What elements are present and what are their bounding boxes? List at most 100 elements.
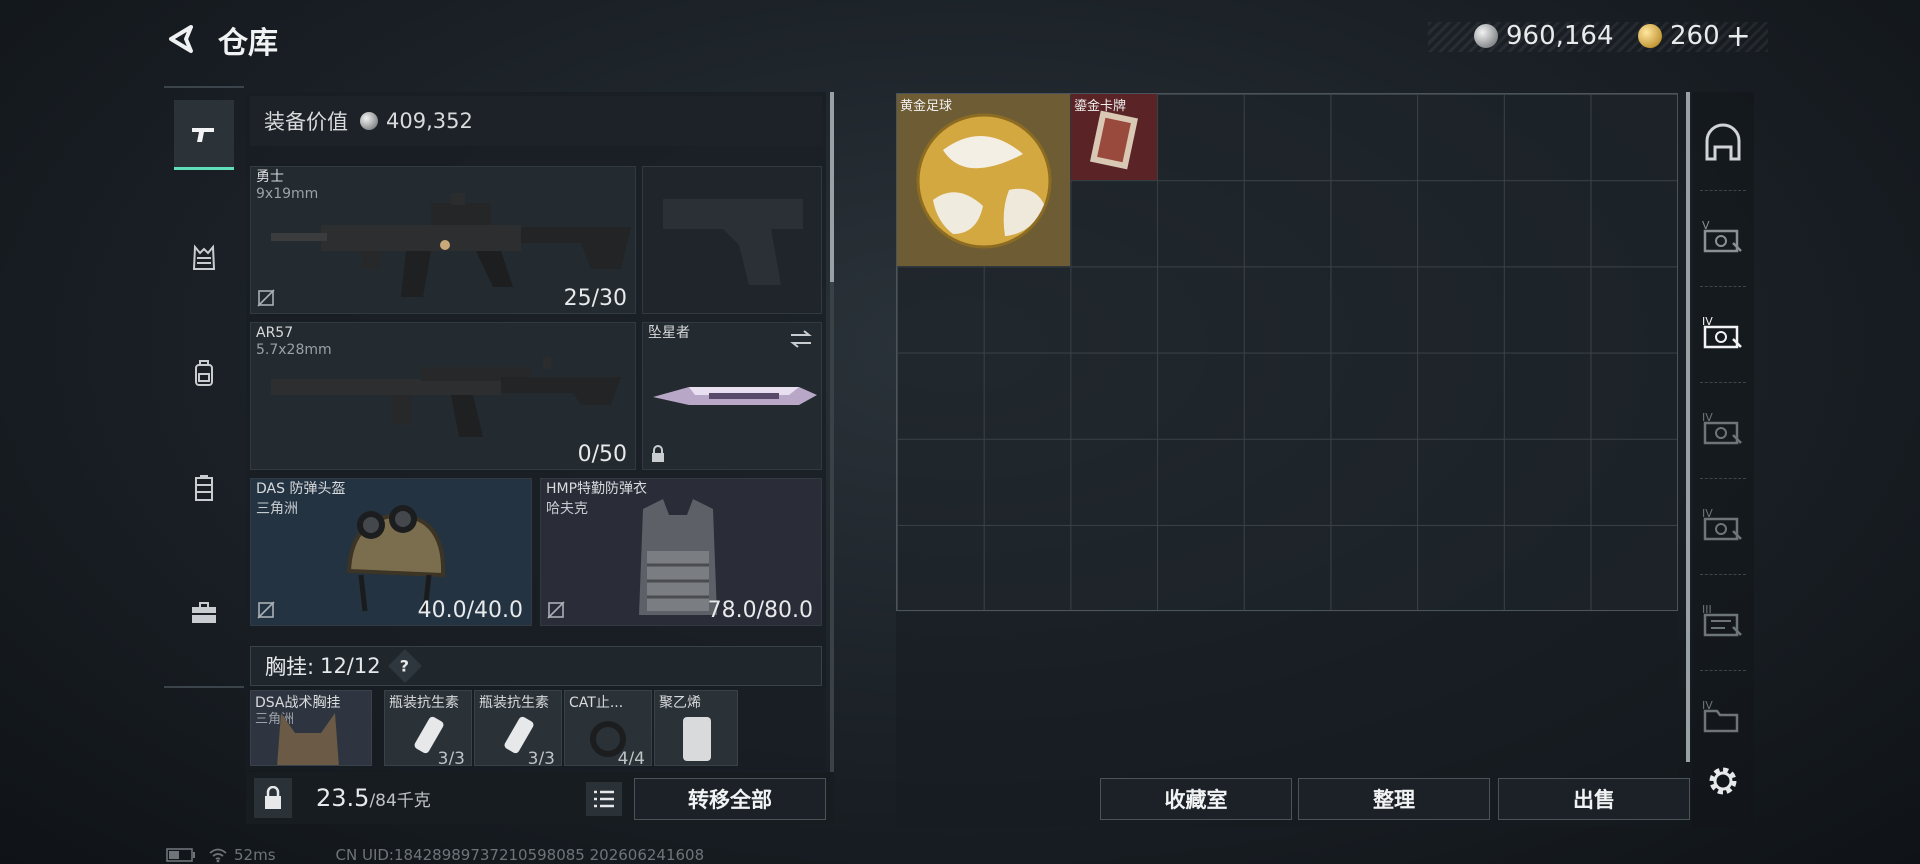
- gold-amount: 260: [1670, 21, 1720, 51]
- carry-weight-current: 23.5: [316, 784, 370, 812]
- equipment-value: 409,352: [386, 109, 473, 133]
- no-insurance-icon: [257, 601, 275, 619]
- melee-name: 坠星者: [648, 325, 690, 341]
- tab-divider: [1700, 574, 1746, 575]
- status-bar: 52ms CN UID:18428989737210598085 2026062…: [166, 846, 704, 864]
- lock-icon: [652, 445, 664, 462]
- no-insurance-icon: [547, 601, 565, 619]
- pistol-slot[interactable]: [642, 166, 822, 314]
- storage-iv-icon: IV: [1702, 315, 1742, 349]
- storage-tab-v[interactable]: V: [1700, 214, 1746, 260]
- silver-coin-icon: [1474, 24, 1498, 48]
- equipment-value-label: 装备价值: [264, 110, 348, 134]
- storage-iv-icon: IV: [1702, 411, 1742, 445]
- tab-divider: [1700, 286, 1746, 287]
- ping-value: 52ms: [234, 846, 276, 864]
- sell-button[interactable]: 出售: [1498, 778, 1690, 820]
- helmet-name: DAS 防弹头盔: [256, 481, 346, 497]
- storage-tab-helmet[interactable]: [1700, 120, 1746, 166]
- storage-iv-icon: IV: [1702, 699, 1739, 733]
- lock-button[interactable]: [254, 778, 292, 818]
- briefcase-icon: [192, 602, 216, 623]
- storage-tab-iii[interactable]: III: [1700, 598, 1746, 644]
- gear-icon: [1709, 767, 1737, 795]
- gun-icon: [192, 127, 214, 142]
- organize-button[interactable]: 整理: [1298, 778, 1490, 820]
- back-arrow-icon[interactable]: [164, 22, 198, 56]
- carry-weight: 23.5/84千克: [316, 784, 431, 812]
- transfer-all-button[interactable]: 转移全部: [634, 778, 826, 820]
- settings-button[interactable]: [1700, 758, 1746, 804]
- container-icon: [195, 475, 213, 501]
- polyethylene-image: [683, 717, 711, 761]
- list-icon: [594, 790, 614, 808]
- silver-currency: 960,164: [1474, 20, 1614, 52]
- armor-slot[interactable]: HMP特勤防弹衣 哈夫克 78.0/80.0: [540, 478, 822, 626]
- equipment-value-header: 装备价值 409,352: [250, 96, 822, 146]
- storage-tab-iv-folder[interactable]: IV: [1700, 694, 1746, 740]
- list-view-button[interactable]: [586, 782, 622, 816]
- category-briefcase-tab[interactable]: [174, 578, 234, 648]
- tab-divider: [1700, 670, 1746, 671]
- category-backpack-tab[interactable]: [174, 338, 234, 408]
- storage-item-golden-football[interactable]: 黄金足球: [897, 94, 1070, 266]
- tab-divider: [1700, 190, 1746, 191]
- helmet-brand: 三角洲: [256, 501, 298, 517]
- page-title: 仓库: [218, 26, 278, 61]
- storage-scrollbar[interactable]: [1686, 92, 1690, 762]
- category-column: [164, 86, 244, 688]
- melee-slot[interactable]: 坠星者: [642, 322, 822, 470]
- storage-iv-icon: IV: [1702, 507, 1742, 541]
- category-container-tab[interactable]: [174, 453, 234, 523]
- armor-brand: 哈夫克: [546, 501, 588, 517]
- swap-icon[interactable]: [789, 329, 813, 349]
- secondary-weapon-slot[interactable]: AR57 5.7x28mm 0/50: [250, 322, 636, 470]
- primary-weapon-slot[interactable]: 勇士 9x19mm 25/30: [250, 166, 636, 314]
- storage-tab-iv-active[interactable]: IV: [1700, 310, 1746, 356]
- uid-text: CN UID:18428989737210598085 202606241608: [335, 846, 705, 864]
- helmet-tab-icon: [1705, 123, 1741, 161]
- storage-item-gilded-card[interactable]: 鎏金卡牌: [1071, 94, 1157, 180]
- carry-weight-max: /84千克: [369, 791, 431, 811]
- smg-image: [271, 193, 631, 297]
- gold-currency[interactable]: 260 +: [1638, 19, 1751, 54]
- chest-item-polyethylene[interactable]: 聚乙烯: [654, 690, 738, 766]
- silver-amount: 960,164: [1506, 21, 1614, 51]
- chest-rig-image: [277, 713, 339, 765]
- chest-rig-label: 胸挂:: [265, 655, 315, 679]
- collection-room-button[interactable]: 收藏室: [1100, 778, 1292, 820]
- storage-tab-iv[interactable]: IV: [1700, 502, 1746, 548]
- add-currency-button[interactable]: +: [1726, 19, 1751, 54]
- chest-item-rig[interactable]: DSA战术胸挂 三角洲: [250, 690, 372, 766]
- battery-icon: [166, 848, 195, 862]
- golden-football-image: [916, 113, 1052, 249]
- backpack-icon: [195, 360, 213, 386]
- chest-rig-icon: [192, 244, 216, 270]
- chest-item-antibiotic[interactable]: 瓶装抗生素 3/3: [384, 690, 472, 766]
- storage-tab-iv[interactable]: IV: [1700, 406, 1746, 452]
- equipment-scroll-thumb[interactable]: [830, 92, 834, 282]
- chest-item-tourniquet[interactable]: CAT止... 4/4: [564, 690, 652, 766]
- chest-item-antibiotic[interactable]: 瓶装抗生素 3/3: [474, 690, 562, 766]
- primary-weapon-ammo: 25/30: [563, 286, 627, 311]
- gold-coin-icon: [1638, 24, 1662, 48]
- no-insurance-icon: [257, 289, 275, 307]
- silver-coin-icon: [360, 112, 378, 130]
- lock-icon: [265, 786, 281, 809]
- secondary-weapon-ammo: 0/50: [577, 442, 627, 467]
- storage-v-icon: V: [1702, 219, 1742, 253]
- gilded-card-image: [1090, 110, 1138, 170]
- storage-iii-icon: III: [1702, 603, 1742, 637]
- wifi-icon: [209, 848, 227, 863]
- chest-rig-header: 胸挂: 12/12 ?: [250, 646, 822, 686]
- category-weapons-tab[interactable]: [174, 100, 234, 170]
- help-icon[interactable]: ?: [387, 649, 422, 683]
- armor-durability: 78.0/80.0: [707, 598, 813, 623]
- helmet-durability: 40.0/40.0: [417, 598, 523, 623]
- tab-divider: [1700, 478, 1746, 479]
- helmet-slot[interactable]: DAS 防弹头盔 三角洲 40.0/40.0: [250, 478, 532, 626]
- pistol-silhouette-icon: [663, 199, 803, 285]
- knife-image: [653, 387, 817, 405]
- category-chest-rig-tab[interactable]: [174, 223, 234, 293]
- armor-name: HMP特勤防弹衣: [546, 481, 648, 497]
